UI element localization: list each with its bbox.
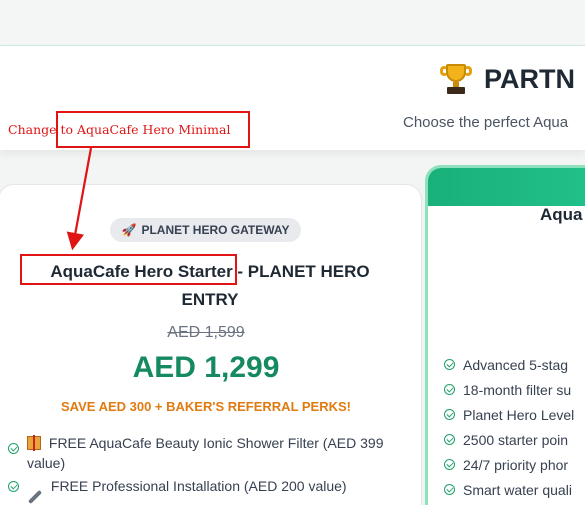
list-item: 2500 starter poin bbox=[444, 427, 574, 452]
savings-text: SAVE AED 300 + BAKER'S REFERRAL PERKS! bbox=[61, 399, 351, 414]
annotation-highlight-box bbox=[20, 254, 237, 285]
check-circle-icon bbox=[444, 484, 455, 495]
list-item: Smart water quali bbox=[444, 477, 574, 502]
feature-text: FREE AquaCafe Beauty Ionic Shower Filter… bbox=[27, 435, 384, 471]
check-circle-icon bbox=[444, 434, 455, 445]
plan-badge: 🚀 PLANET HERO GATEWAY bbox=[110, 218, 301, 242]
check-circle-icon bbox=[444, 409, 455, 420]
check-circle-icon bbox=[444, 384, 455, 395]
trophy-icon bbox=[440, 62, 472, 96]
check-circle-icon bbox=[8, 443, 19, 454]
list-item: Advanced 5-stag bbox=[444, 352, 574, 377]
page-title-text: PARTN bbox=[484, 63, 575, 94]
featured-feature-list: Advanced 5-stag 18-month filter su Plane… bbox=[444, 352, 574, 502]
annotation-text: Change to AquaCafe Hero Minimal bbox=[8, 122, 231, 137]
check-circle-icon bbox=[444, 359, 455, 370]
featured-plan-title: Aqua bbox=[540, 205, 583, 224]
check-circle-icon bbox=[8, 481, 19, 492]
old-price: AED 1,599 bbox=[167, 324, 245, 341]
page-title: PARTN bbox=[440, 62, 575, 96]
new-price: AED 1,299 bbox=[132, 351, 280, 384]
list-item: 18-month filter su bbox=[444, 377, 574, 402]
list-item: FREE Professional Installation (AED 200 … bbox=[8, 476, 408, 505]
list-item: 24/7 priority phor bbox=[444, 452, 574, 477]
feature-text: FREE Professional Installation (AED 200 … bbox=[50, 478, 347, 494]
gift-icon bbox=[27, 435, 41, 451]
featured-ribbon bbox=[428, 168, 585, 206]
check-circle-icon bbox=[444, 459, 455, 470]
list-item: Planet Hero Level bbox=[444, 402, 574, 427]
page-subtitle: Choose the perfect Aqua bbox=[403, 114, 569, 131]
rocket-icon: 🚀 bbox=[121, 223, 137, 237]
plan-badge-label: PLANET HERO GATEWAY bbox=[141, 223, 290, 237]
feature-list: FREE AquaCafe Beauty Ionic Shower Filter… bbox=[8, 433, 408, 505]
top-strip bbox=[0, 0, 585, 46]
list-item: FREE AquaCafe Beauty Ionic Shower Filter… bbox=[8, 433, 408, 473]
